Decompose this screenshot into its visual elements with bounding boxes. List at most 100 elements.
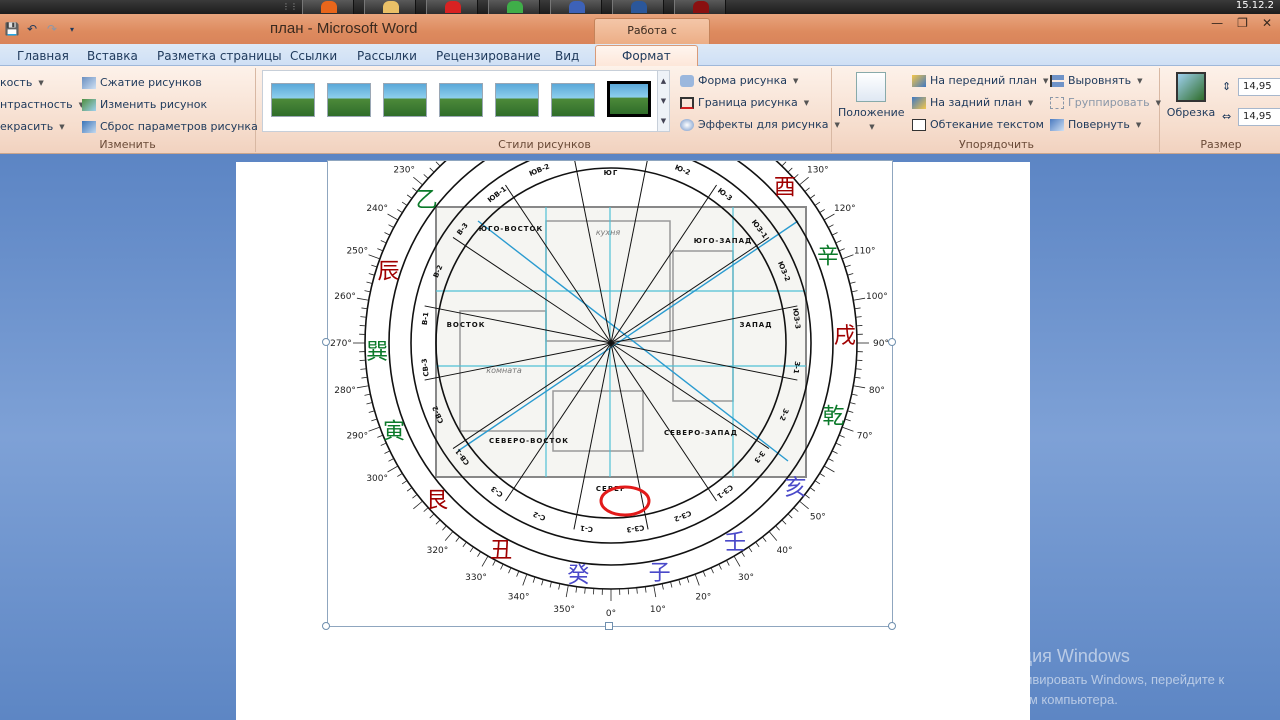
tab-references[interactable]: Ссылки <box>290 47 337 66</box>
group-objects-button[interactable]: Группировать ▼ <box>1050 96 1161 109</box>
selected-picture[interactable]: кухнякомнатаЮ-1Ю-2Ю-3ЮЗ-1ЮЗ-2ЮЗ-3З-1З-2З… <box>327 160 893 627</box>
width-field[interactable]: 14,95 см <box>1238 108 1280 126</box>
style-thumb-4[interactable] <box>439 83 483 117</box>
send-to-back-button[interactable]: На задний план ▼ <box>912 96 1033 109</box>
wrap-label: Обтекание текстом <box>930 118 1044 131</box>
tab-view[interactable]: Вид <box>555 47 579 66</box>
resize-handle-bottom-right[interactable] <box>888 622 896 630</box>
change-picture-label: Изменить рисунок <box>100 98 208 111</box>
tick-216 <box>406 194 413 199</box>
position-button[interactable]: Положение ▼ <box>838 72 905 132</box>
style-thumb-5[interactable] <box>495 83 539 117</box>
text-wrapping-button[interactable]: Обтекание текстом▼ <box>912 118 1055 131</box>
sector-label-13: С-2 <box>532 510 547 522</box>
resize-handle-bottom[interactable] <box>605 622 613 630</box>
reset-picture-button[interactable]: Сброс параметров рисунка <box>82 120 258 133</box>
activation-line1: Чтобы активировать Windows, перейдите к <box>964 672 1225 687</box>
group-label-adjust: Изменить <box>99 138 156 151</box>
recolor-button[interactable]: екрасить ▼ <box>0 120 65 133</box>
bring-to-front-button[interactable]: На передний план ▼ <box>912 74 1048 87</box>
clock[interactable]: 15.12.2 <box>1236 0 1274 12</box>
resize-handle-right[interactable] <box>888 338 896 346</box>
windows-activation-watermark: Активация Windows Чтобы активировать Win… <box>912 640 1280 720</box>
restore-icon[interactable]: ❐ <box>1237 16 1248 30</box>
scroll-down-icon[interactable]: ▼ <box>658 91 669 111</box>
degree-label-7: 80° <box>869 386 885 396</box>
tab-format[interactable]: Формат <box>595 45 698 67</box>
taskbar-chrome-button[interactable] <box>488 0 540 14</box>
picture-border-button[interactable]: Граница рисунка ▼ <box>680 96 809 109</box>
gallery-more-icon[interactable]: ▼ <box>658 111 669 131</box>
tick-26 <box>831 450 838 454</box>
tick-196 <box>368 273 375 276</box>
chevron-down-icon: ▼ <box>1135 120 1142 129</box>
group-adjust: кость ▼ нтрастность▼ екрасить ▼ Сжатие рис… <box>0 68 258 152</box>
tick-186 <box>360 316 367 318</box>
taskbar-firefox-button[interactable] <box>302 0 354 14</box>
tick-12 <box>851 393 858 396</box>
customize-qat-icon[interactable]: ▾ <box>64 21 80 37</box>
close-icon[interactable]: ✕ <box>1262 16 1272 30</box>
tick-124 <box>469 546 474 553</box>
undo-icon[interactable]: ↶ <box>24 21 40 37</box>
taskbar-yandex-button[interactable] <box>426 0 478 14</box>
sector-label-10: СЗ-2 <box>673 509 693 523</box>
resize-handle-left[interactable] <box>322 338 330 346</box>
redo-icon[interactable]: ↷ <box>44 21 60 37</box>
tab-page-layout[interactable]: Разметка страницы <box>157 47 282 66</box>
pdf-icon <box>693 1 709 13</box>
taskbar-explorer-button[interactable] <box>364 0 416 14</box>
align-label: Выровнять <box>1068 74 1132 87</box>
picture-shape-button[interactable]: Форма рисунка ▼ <box>680 74 798 87</box>
tick-220 <box>413 176 423 186</box>
tick-130 <box>444 531 454 541</box>
compress-pictures-button[interactable]: Сжатие рисунков <box>82 76 202 89</box>
activation-title: Активация Windows <box>964 646 1130 666</box>
tab-review[interactable]: Рецензирование <box>436 47 541 66</box>
picture-effects-button[interactable]: Эффекты для рисунка ▼ <box>680 118 840 131</box>
height-field[interactable]: 14,95 см <box>1238 78 1280 96</box>
tick-54 <box>755 541 760 548</box>
rotate-button[interactable]: Повернуть ▼ <box>1050 118 1141 131</box>
resize-handle-bottom-left[interactable] <box>322 622 330 630</box>
room-label-kitchen: кухня <box>596 228 621 237</box>
taskbar-word-button[interactable] <box>612 0 664 14</box>
contrast-button[interactable]: нтрастность▼ <box>0 98 84 111</box>
tick-174 <box>360 368 367 370</box>
tab-mailings[interactable]: Рассылки <box>357 47 417 66</box>
brightness-button[interactable]: кость ▼ <box>0 76 44 89</box>
degree-label-1: 10° <box>650 605 666 615</box>
width-icon: ⇔ <box>1222 110 1232 123</box>
crop-label: Обрезка <box>1166 106 1216 119</box>
sector-label-17: СВ-3 <box>420 358 430 377</box>
change-picture-button[interactable]: Изменить рисунок <box>82 98 207 111</box>
align-button[interactable]: Выровнять ▼ <box>1050 74 1143 87</box>
chevron-down-icon: ▼ <box>59 122 65 131</box>
tick-326 <box>814 201 821 206</box>
degree-label-12: 130° <box>807 165 829 175</box>
style-thumb-3[interactable] <box>383 83 427 117</box>
crop-button[interactable]: Обрезка <box>1164 72 1218 119</box>
style-thumb-7[interactable] <box>607 81 651 117</box>
style-thumb-1[interactable] <box>271 83 315 117</box>
picture-tools-header: Работа с рисунками <box>594 18 710 61</box>
tab-home[interactable]: Главная <box>17 47 69 66</box>
taskbar-pdf-button[interactable] <box>674 0 726 14</box>
minimize-icon[interactable]: — <box>1211 16 1223 30</box>
gallery-scroll[interactable]: ▲ ▼ ▼ <box>657 71 669 131</box>
style-thumb-6[interactable] <box>551 83 595 117</box>
sector-label-23: ЮВ-3 <box>575 161 597 163</box>
compress-icon <box>82 76 96 89</box>
style-thumb-2[interactable] <box>327 83 371 117</box>
hieroglyph-4: 亥 <box>784 476 806 501</box>
degree-label-21: 300° <box>366 474 388 484</box>
hieroglyph-1: 癸 <box>567 564 589 589</box>
save-icon[interactable]: 💾 <box>4 21 20 37</box>
tab-insert[interactable]: Вставка <box>87 47 138 66</box>
tick-352 <box>854 307 861 310</box>
ribbon-tabs: Главная Вставка Разметка страницы Ссылки… <box>0 44 1280 67</box>
tick-330 <box>823 213 835 221</box>
taskbar-app-button[interactable] <box>550 0 602 14</box>
tick-324 <box>809 194 816 199</box>
scroll-up-icon[interactable]: ▲ <box>658 71 669 91</box>
